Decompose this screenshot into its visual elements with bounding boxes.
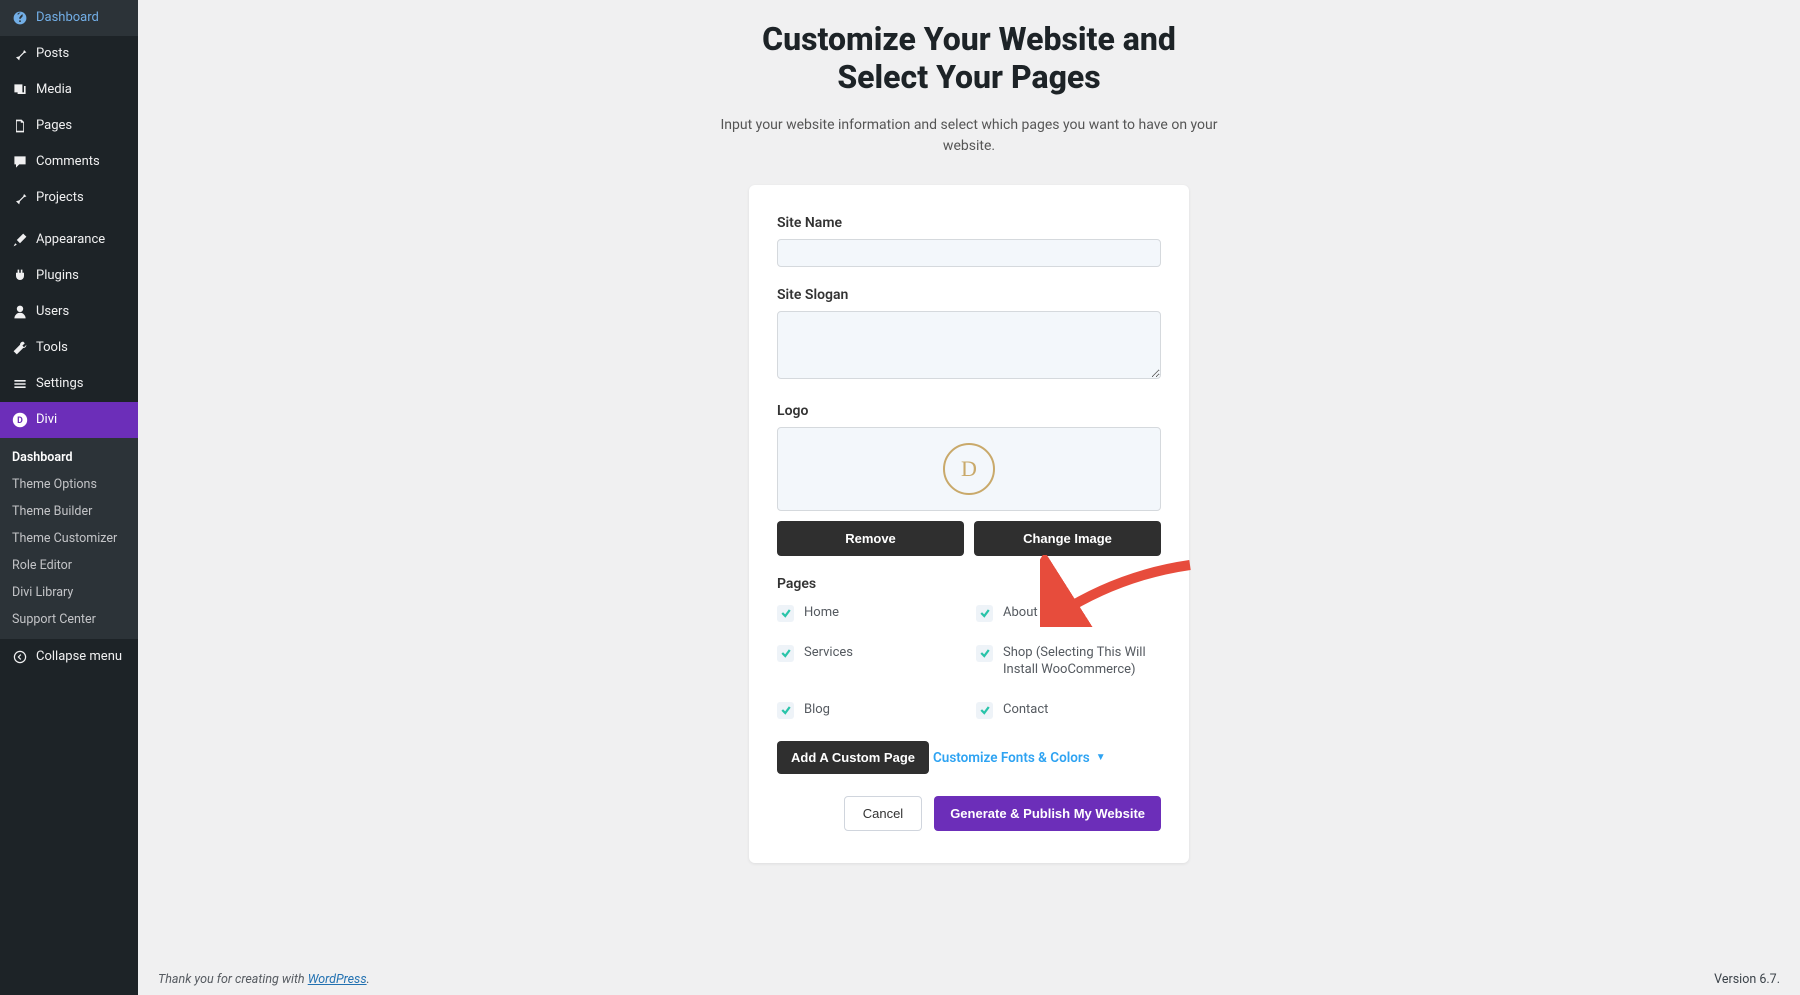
site-slogan-label: Site Slogan [777, 287, 1161, 303]
checkbox-icon [777, 702, 794, 719]
checkbox-icon [777, 605, 794, 622]
sidebar-label: Settings [36, 376, 83, 392]
site-name-label: Site Name [777, 215, 1161, 231]
sidebar-label: Media [36, 82, 72, 98]
checkbox-icon [976, 605, 993, 622]
pin-icon [10, 44, 30, 64]
remove-logo-button[interactable]: Remove [777, 521, 964, 556]
setup-card: Site Name Site Slogan Logo D Remove Chan… [749, 185, 1189, 863]
submenu-theme-builder[interactable]: Theme Builder [0, 498, 138, 525]
comments-icon [10, 152, 30, 172]
sidebar-item-posts[interactable]: Posts [0, 36, 138, 72]
page-label: Shop (Selecting This Will Install WooCom… [1003, 644, 1161, 679]
chevron-down-icon: ▼ [1096, 752, 1106, 763]
sidebar-item-divi[interactable]: D Divi [0, 402, 138, 438]
sidebar-label: Dashboard [36, 10, 99, 26]
admin-footer: Thank you for creating with WordPress. V… [138, 964, 1800, 995]
customize-fonts-colors-link[interactable]: Customize Fonts & Colors ▼ [933, 750, 1106, 766]
sidebar-item-projects[interactable]: Projects [0, 180, 138, 216]
pin-icon [10, 188, 30, 208]
collapse-label: Collapse menu [36, 649, 122, 665]
settings-icon [10, 374, 30, 394]
sidebar-label: Users [36, 304, 69, 320]
submenu-theme-options[interactable]: Theme Options [0, 471, 138, 498]
sidebar-item-appearance[interactable]: Appearance [0, 222, 138, 258]
submenu-support-center[interactable]: Support Center [0, 606, 138, 633]
logo-preview: D [777, 427, 1161, 511]
logo-placeholder-icon: D [943, 443, 995, 495]
svg-text:D: D [17, 416, 23, 426]
page-checkbox-about[interactable]: About [976, 604, 1161, 622]
tools-icon [10, 338, 30, 358]
cancel-button[interactable]: Cancel [844, 796, 922, 831]
collapse-icon [10, 647, 30, 667]
users-icon [10, 302, 30, 322]
sidebar-item-comments[interactable]: Comments [0, 144, 138, 180]
divi-submenu: Dashboard Theme Options Theme Builder Th… [0, 438, 138, 639]
sidebar-item-plugins[interactable]: Plugins [0, 258, 138, 294]
page-checkbox-services[interactable]: Services [777, 644, 962, 679]
admin-sidebar: Dashboard Posts Media Pages Comments Pro… [0, 0, 138, 995]
media-icon [10, 80, 30, 100]
sidebar-label: Projects [36, 190, 84, 206]
page-label: Home [804, 604, 839, 622]
sidebar-item-settings[interactable]: Settings [0, 366, 138, 402]
generate-publish-button[interactable]: Generate & Publish My Website [934, 796, 1161, 831]
version-text: Version 6.7. [1714, 972, 1780, 987]
sidebar-item-users[interactable]: Users [0, 294, 138, 330]
page-title: Customize Your Website and Select Your P… [158, 20, 1780, 97]
page-checkbox-blog[interactable]: Blog [777, 701, 962, 719]
add-custom-page-button[interactable]: Add A Custom Page [777, 741, 929, 774]
checkbox-icon [976, 645, 993, 662]
footer-credit: Thank you for creating with WordPress. [158, 972, 370, 987]
submenu-dashboard[interactable]: Dashboard [0, 444, 138, 471]
collapse-menu[interactable]: Collapse menu [0, 639, 138, 675]
page-label: Blog [804, 701, 830, 719]
page-label: About [1003, 604, 1038, 622]
page-checkbox-home[interactable]: Home [777, 604, 962, 622]
page-checkbox-contact[interactable]: Contact [976, 701, 1161, 719]
pages-icon [10, 116, 30, 136]
sidebar-item-media[interactable]: Media [0, 72, 138, 108]
pages-label: Pages [777, 576, 1161, 592]
dashboard-icon [10, 8, 30, 28]
sidebar-label: Appearance [36, 232, 105, 248]
submenu-role-editor[interactable]: Role Editor [0, 552, 138, 579]
site-slogan-input[interactable] [777, 311, 1161, 379]
wordpress-link[interactable]: WordPress [308, 972, 367, 987]
brush-icon [10, 230, 30, 250]
checkbox-icon [777, 645, 794, 662]
submenu-theme-customizer[interactable]: Theme Customizer [0, 525, 138, 552]
sidebar-item-tools[interactable]: Tools [0, 330, 138, 366]
sidebar-label: Posts [36, 46, 69, 62]
sidebar-item-dashboard[interactable]: Dashboard [0, 0, 138, 36]
sidebar-label: Pages [36, 118, 72, 134]
divi-icon: D [10, 410, 30, 430]
page-label: Services [804, 644, 853, 662]
sidebar-label: Divi [36, 412, 57, 428]
sidebar-label: Comments [36, 154, 100, 170]
site-name-input[interactable] [777, 239, 1161, 267]
page-subtitle: Input your website information and selec… [709, 115, 1229, 157]
page-checkbox-shop[interactable]: Shop (Selecting This Will Install WooCom… [976, 644, 1161, 679]
sidebar-item-pages[interactable]: Pages [0, 108, 138, 144]
plugin-icon [10, 266, 30, 286]
page-label: Contact [1003, 701, 1048, 719]
sidebar-label: Tools [36, 340, 68, 356]
submenu-divi-library[interactable]: Divi Library [0, 579, 138, 606]
logo-label: Logo [777, 403, 1161, 419]
sidebar-label: Plugins [36, 268, 79, 284]
change-image-button[interactable]: Change Image [974, 521, 1161, 556]
main-content: Customize Your Website and Select Your P… [138, 0, 1800, 995]
checkbox-icon [976, 702, 993, 719]
